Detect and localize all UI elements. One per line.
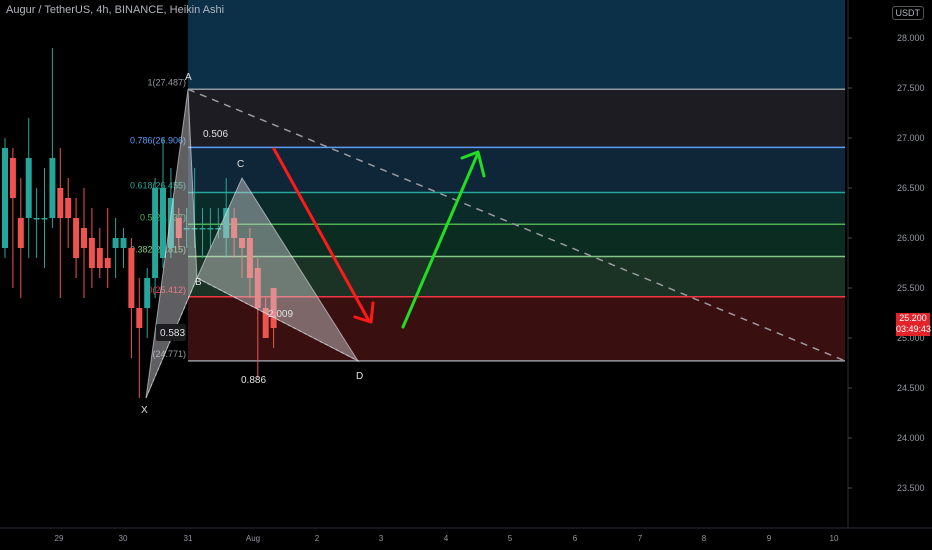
candle-body (120, 238, 127, 248)
candle-body (144, 278, 151, 308)
ratio-bc-label: 0.886 (241, 375, 266, 386)
time-tick-label: 29 (55, 534, 64, 543)
candle-body (152, 188, 159, 278)
time-tick-label: 30 (119, 534, 128, 543)
currency-button[interactable]: USDT (891, 6, 924, 20)
fib-level-label: 1(27.487) (147, 77, 186, 87)
candle-body (128, 248, 135, 308)
time-tick-label: 31 (184, 534, 193, 543)
ratio-ab-label: 0.583 (160, 328, 185, 339)
price-tick-label: 23.500 (897, 483, 925, 493)
candle-body (81, 228, 87, 248)
candle-body (25, 158, 32, 218)
candle-body (207, 228, 214, 230)
time-tick-label: 8 (702, 534, 707, 543)
candle-body (96, 248, 103, 268)
candle-body (49, 158, 56, 218)
candle-body (57, 188, 64, 218)
candle-body (160, 188, 166, 258)
candle-body (104, 258, 111, 268)
price-tick-label: 24.500 (897, 383, 925, 393)
chart-title: Augur / TetherUS, 4h, BINANCE, Heikin As… (6, 4, 225, 16)
price-tick-label: 25.500 (897, 283, 925, 293)
candle-body (112, 238, 119, 248)
point-x-label: X (141, 405, 148, 416)
zone-upper (188, 0, 845, 90)
point-d-label: D (356, 371, 363, 382)
fib-zone (188, 192, 845, 225)
price-tick-label: 27.500 (897, 83, 925, 93)
last-price-tag: 25.200 03:49:43 (896, 313, 932, 336)
candle-body (65, 198, 72, 218)
price-tick-label: 28.000 (897, 33, 925, 43)
candle-body (73, 218, 80, 258)
bar-countdown: 03:49:43 (896, 324, 932, 334)
point-a-label: A (185, 72, 192, 83)
time-tick-label: Aug (246, 534, 260, 543)
point-b-label: B (195, 277, 202, 288)
price-tick-label: 27.000 (897, 133, 925, 143)
candle-body (199, 228, 206, 230)
ratio-xa-label: 0.506 (203, 129, 228, 140)
price-tick-label: 24.000 (897, 433, 925, 443)
time-tick-label: 2 (315, 534, 320, 543)
point-c-label: C (237, 159, 244, 170)
price-tick-label: 26.000 (897, 233, 925, 243)
candle-body (33, 218, 40, 220)
time-tick-label: 7 (638, 534, 643, 543)
time-tick-label: 3 (379, 534, 384, 543)
candle-body (41, 218, 48, 220)
candle-body (2, 148, 8, 248)
candle-body (17, 218, 24, 248)
candle-body (136, 308, 143, 328)
price-tick-label: 26.500 (897, 183, 925, 193)
time-tick-label: 10 (830, 534, 839, 543)
fib-zone (188, 89, 845, 148)
last-price-value: 25.200 (899, 313, 927, 323)
time-tick-label: 4 (444, 534, 449, 543)
ratio-cd-label: 2.009 (268, 309, 293, 320)
chart-canvas[interactable]: 1(27.487)0.786(26.906)0.618(26.455)0.5(2… (0, 0, 932, 550)
fib-level-label: 0.786(26.906) (130, 135, 186, 145)
time-tick-label: 6 (573, 534, 578, 543)
candle-body (9, 158, 16, 198)
time-tick-label: 5 (508, 534, 513, 543)
candle-body (88, 238, 95, 268)
time-tick-label: 9 (767, 534, 772, 543)
